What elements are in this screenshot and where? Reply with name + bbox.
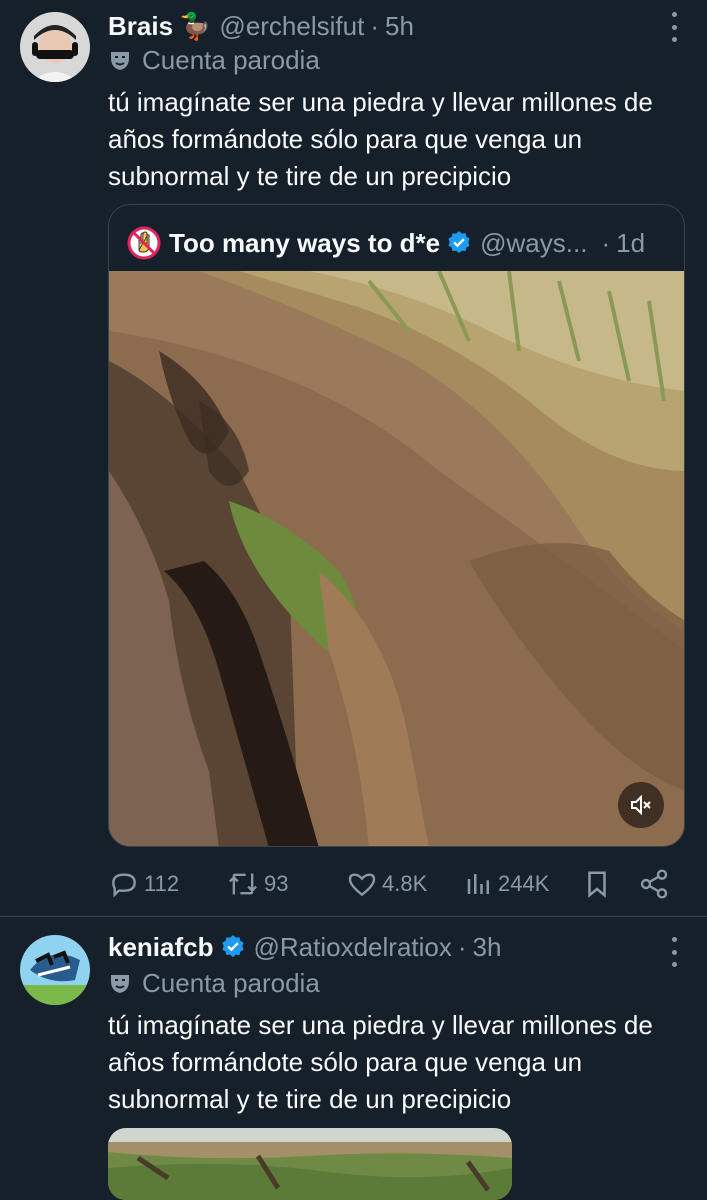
more-icon[interactable] [669, 12, 679, 42]
separator-dot: · [601, 227, 611, 258]
parody-mask-icon [111, 52, 129, 70]
share-icon [640, 869, 668, 899]
tweet-header: Brais 🦆 @erchelsifut · 5h [108, 8, 414, 44]
verified-icon [221, 935, 244, 958]
tweet-actions: 112 93 4.8K 244K [108, 864, 678, 904]
video-player[interactable] [109, 271, 684, 846]
handle[interactable]: @Ratioxdelratiox [254, 932, 452, 963]
timestamp[interactable]: 3h [473, 932, 502, 963]
bookmark-button[interactable] [582, 864, 616, 904]
display-name[interactable]: keniafcb [108, 932, 214, 963]
views-button[interactable]: 244K [464, 864, 549, 904]
handle[interactable]: @erchelsifut [219, 11, 364, 42]
parody-text: Cuenta parodia [142, 44, 320, 75]
quoted-handle[interactable]: @ways... [480, 228, 587, 259]
reply-icon [112, 873, 136, 898]
mute-icon [631, 794, 651, 816]
parody-mask-icon [111, 975, 129, 993]
display-name[interactable]: Brais [108, 11, 173, 42]
verified-icon [448, 231, 470, 254]
views-count: 244K [498, 871, 550, 896]
video-frame [109, 271, 684, 846]
reply-count: 112 [144, 871, 180, 896]
mute-button[interactable] [618, 782, 664, 828]
no-entry-hand-icon [127, 226, 161, 260]
avatar[interactable] [20, 12, 90, 82]
share-button[interactable] [638, 864, 674, 904]
media-image [108, 1128, 512, 1200]
tweet-media[interactable] [108, 1128, 512, 1200]
tweet-2[interactable]: keniafcb @Ratioxdelratiox · 3h Cuenta pa… [0, 917, 707, 1200]
tweet-text: tú imagínate ser una piedra y llevar mil… [108, 87, 653, 191]
timestamp[interactable]: 5h [385, 11, 414, 42]
parody-label: Cuenta parodia [108, 967, 320, 999]
parody-text: Cuenta parodia [142, 967, 320, 998]
quoted-tweet-header: Too many ways to d*e @ways... · 1d [127, 223, 645, 263]
more-icon[interactable] [669, 937, 679, 967]
quoted-tweet[interactable]: Too many ways to d*e @ways... · 1d [108, 204, 685, 847]
like-count: 4.8K [382, 871, 428, 896]
quoted-timestamp[interactable]: 1d [616, 228, 645, 259]
repost-icon [229, 873, 257, 895]
repost-count: 93 [264, 871, 289, 896]
separator-dot: · [370, 10, 379, 41]
tweet-text: tú imagínate ser una piedra y llevar mil… [108, 1010, 653, 1114]
avatar[interactable] [20, 935, 90, 1005]
tweet-1[interactable]: Brais 🦆 @erchelsifut · 5h Cuenta parodia… [0, 0, 707, 916]
like-icon [348, 873, 376, 897]
like-button[interactable]: 4.8K [346, 864, 427, 904]
quoted-display-name[interactable]: Too many ways to d*e [169, 228, 440, 259]
views-icon [467, 874, 489, 894]
duck-emoji: 🦆 [179, 10, 212, 41]
separator-dot: · [457, 931, 467, 962]
parody-label: Cuenta parodia [108, 44, 320, 76]
tweet-header: keniafcb @Ratioxdelratiox · 3h [108, 929, 501, 965]
reply-button[interactable]: 112 [108, 864, 179, 904]
repost-button[interactable]: 93 [226, 864, 288, 904]
bookmark-icon [588, 871, 606, 898]
